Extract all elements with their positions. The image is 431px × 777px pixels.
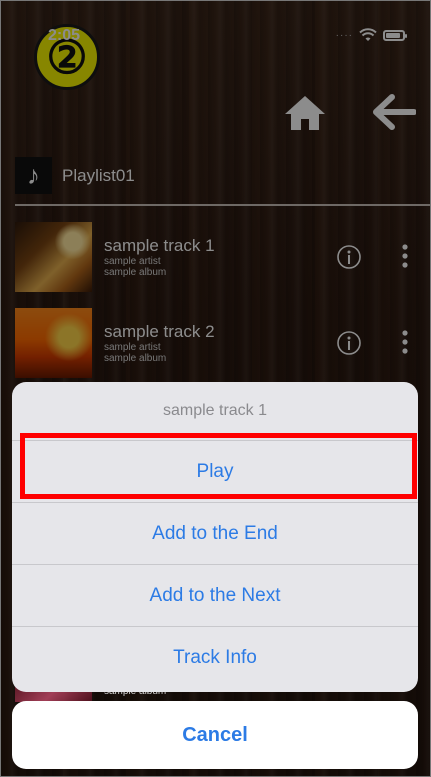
cancel-button[interactable]: Cancel (12, 701, 418, 769)
highlight-box (20, 433, 417, 499)
action-sheet: sample track 1 Play Add to the End Add t… (12, 382, 418, 692)
track-info-button[interactable]: Track Info (12, 627, 418, 689)
add-to-end-button[interactable]: Add to the End (12, 503, 418, 565)
add-to-next-button[interactable]: Add to the Next (12, 565, 418, 627)
